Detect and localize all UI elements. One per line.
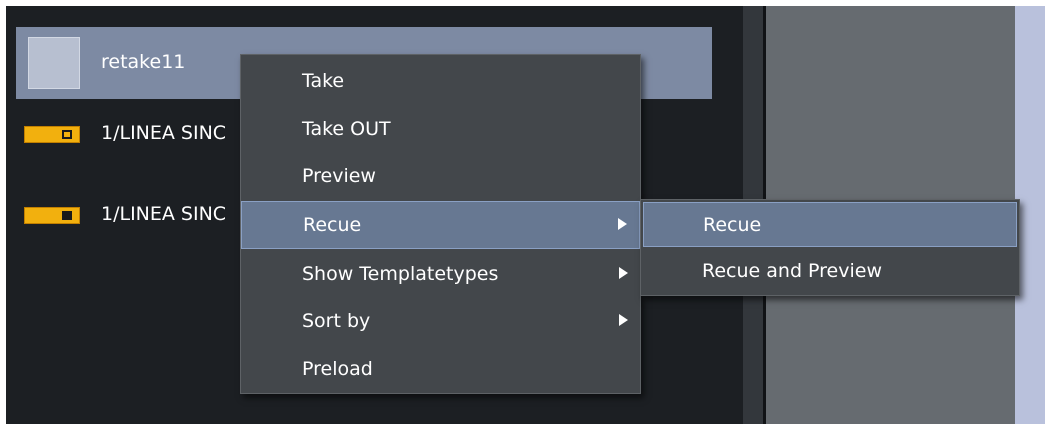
menu-item-label: Take OUT (302, 118, 391, 140)
menu-item-recue[interactable]: Recue (241, 201, 640, 249)
template-tag-icon (24, 126, 80, 143)
context-menu: Take Take OUT Preview Recue Show Templat… (240, 54, 641, 394)
menu-item-sort-by[interactable]: Sort by (241, 297, 640, 345)
tag-hollow-square-icon (62, 130, 72, 139)
menu-item-take[interactable]: Take (241, 57, 640, 105)
menu-item-take-out[interactable]: Take OUT (241, 105, 640, 153)
menu-item-show-templatetypes[interactable]: Show Templatetypes (241, 250, 640, 298)
list-item-label: 1/LINEA SINC (101, 122, 227, 144)
menu-item-label: Show Templatetypes (302, 263, 499, 285)
submenu-arrow-icon (619, 267, 628, 279)
submenu-arrow-icon (618, 218, 627, 230)
submenu-item-recue-and-preview[interactable]: Recue and Preview (641, 248, 1019, 296)
submenu-arrow-icon (619, 314, 628, 326)
submenu-item-recue[interactable]: Recue (643, 202, 1017, 247)
menu-item-label: Take (302, 70, 345, 92)
list-item-label: retake11 (101, 51, 186, 73)
submenu-item-label: Recue (703, 214, 762, 236)
thumbnail-icon (28, 37, 80, 89)
menu-item-label: Sort by (302, 310, 371, 332)
menu-item-label: Preview (302, 165, 376, 187)
tag-solid-square-icon (62, 211, 72, 220)
menu-item-label: Recue (303, 214, 362, 236)
menu-item-preload[interactable]: Preload (241, 345, 640, 393)
submenu-item-label: Recue and Preview (702, 260, 882, 282)
app-window: retake11 1/LINEA SINC 1/LINEA SINC Take … (6, 6, 1045, 424)
template-tag-icon (24, 207, 80, 224)
menu-item-label: Preload (302, 358, 373, 380)
list-item-label: 1/LINEA SINC (101, 203, 227, 225)
menu-item-preview[interactable]: Preview (241, 152, 640, 200)
recue-submenu: Recue Recue and Preview (640, 199, 1020, 296)
